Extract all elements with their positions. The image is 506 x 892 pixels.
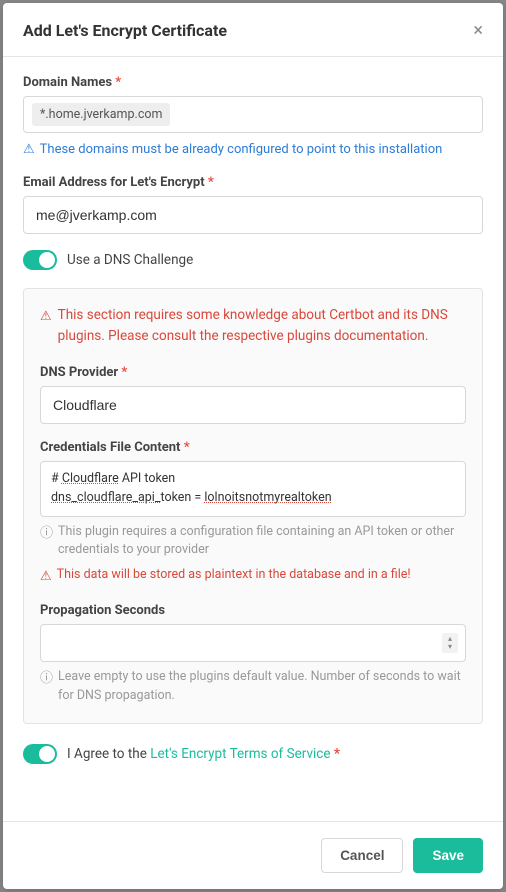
dns-challenge-label: Use a DNS Challenge	[67, 252, 193, 268]
propagation-input[interactable]	[40, 624, 466, 662]
modal-title: Add Let's Encrypt Certificate	[23, 21, 227, 40]
credentials-group: Credentials File Content * # Cloudflare …	[40, 440, 466, 587]
info-icon	[40, 524, 53, 561]
required-mark: *	[334, 746, 340, 762]
info-icon	[40, 669, 53, 706]
modal-header: Add Let's Encrypt Certificate ×	[3, 3, 503, 57]
email-field[interactable]	[23, 196, 483, 234]
domain-names-group: Domain Names * *.home.jverkamp.com These…	[23, 75, 483, 159]
agree-row: I Agree to the Let's Encrypt Terms of Se…	[23, 744, 483, 764]
close-icon[interactable]: ×	[473, 22, 483, 40]
modal-dialog: Add Let's Encrypt Certificate × Domain N…	[3, 3, 503, 889]
email-group: Email Address for Let's Encrypt *	[23, 175, 483, 234]
stepper-icon[interactable]: ▴ ▾	[442, 633, 458, 653]
email-label: Email Address for Let's Encrypt *	[23, 175, 483, 190]
warning-icon	[23, 141, 35, 159]
agree-text: I Agree to the Let's Encrypt Terms of Se…	[67, 746, 340, 762]
toggle-knob	[39, 252, 55, 268]
required-mark: *	[184, 440, 190, 455]
required-mark: *	[208, 175, 214, 190]
dns-challenge-toggle-row: Use a DNS Challenge	[23, 250, 483, 270]
save-button[interactable]: Save	[413, 838, 483, 873]
domain-names-info: These domains must be already configured…	[23, 141, 483, 159]
toggle-knob	[39, 746, 55, 762]
credentials-label: Credentials File Content *	[40, 440, 466, 455]
dns-section-warning: This section requires some knowledge abo…	[40, 305, 466, 347]
warning-icon	[40, 567, 52, 587]
propagation-label: Propagation Seconds	[40, 603, 466, 618]
dns-challenge-toggle[interactable]	[23, 250, 57, 270]
required-mark: *	[115, 75, 121, 90]
propagation-helper: Leave empty to use the plugins default v…	[40, 668, 466, 706]
dns-provider-select[interactable]	[40, 386, 466, 424]
dns-section: This section requires some knowledge abo…	[23, 288, 483, 724]
modal-footer: Cancel Save	[3, 821, 503, 889]
domain-names-input[interactable]: *.home.jverkamp.com	[23, 96, 483, 133]
required-mark: *	[121, 365, 127, 380]
cancel-button[interactable]: Cancel	[321, 838, 403, 873]
domain-tag[interactable]: *.home.jverkamp.com	[32, 103, 170, 126]
dns-provider-label: DNS Provider *	[40, 365, 466, 380]
domain-names-label: Domain Names *	[23, 75, 483, 90]
propagation-input-wrap: ▴ ▾	[40, 624, 466, 662]
dns-provider-group: DNS Provider *	[40, 365, 466, 424]
chevron-down-icon: ▾	[448, 643, 452, 651]
tos-link[interactable]: Let's Encrypt Terms of Service	[150, 746, 330, 762]
modal-body: Domain Names * *.home.jverkamp.com These…	[3, 57, 503, 821]
credentials-helper: This plugin requires a configuration fil…	[40, 523, 466, 561]
propagation-group: Propagation Seconds ▴ ▾ Leave empty to u…	[40, 603, 466, 706]
credentials-textarea[interactable]: # Cloudflare API tokendns_cloudflare_api…	[40, 461, 466, 517]
credentials-warning: This data will be stored as plaintext in…	[40, 566, 466, 587]
warning-icon	[40, 306, 52, 347]
agree-toggle[interactable]	[23, 744, 57, 764]
